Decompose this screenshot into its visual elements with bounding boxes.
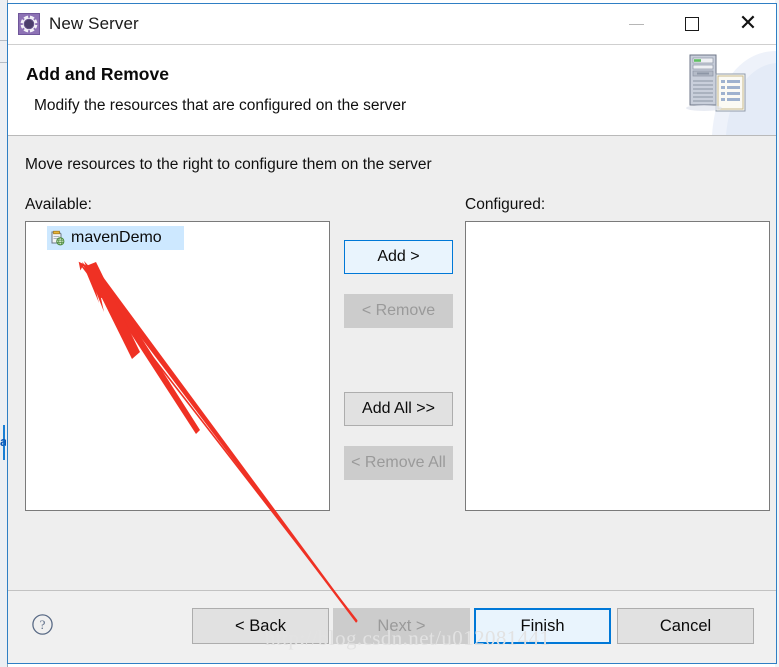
minimize-button[interactable]: [608, 4, 664, 44]
maximize-icon: [685, 17, 699, 31]
maximize-button[interactable]: [664, 4, 720, 44]
dialog-footer: ? < Back Next > Finish Cancel: [8, 590, 776, 663]
window-controls: ✕: [608, 4, 776, 44]
page-title: Add and Remove: [26, 64, 169, 84]
back-button[interactable]: < Back: [192, 608, 329, 644]
new-server-dialog: New Server ✕ Add and Remove Modify the r…: [7, 3, 777, 664]
background-text-fragment: a: [0, 435, 6, 449]
server-document-icon: [672, 45, 776, 135]
wizard-header: Add and Remove Modify the resources that…: [8, 44, 776, 136]
title-bar: New Server ✕: [8, 4, 776, 44]
dialog-body: Move resources to the right to configure…: [8, 136, 776, 590]
svg-text:?: ?: [40, 617, 46, 632]
add-button[interactable]: Add >: [344, 240, 453, 274]
configured-list[interactable]: [465, 221, 770, 511]
add-all-button[interactable]: Add All >>: [344, 392, 453, 426]
remove-button: < Remove: [344, 294, 453, 328]
web-project-icon: [49, 230, 65, 246]
list-item-label: mavenDemo: [71, 229, 162, 246]
configured-label: Configured:: [465, 196, 546, 213]
window-title: New Server: [49, 14, 139, 33]
available-label: Available:: [25, 196, 92, 213]
available-list[interactable]: mavenDemo: [25, 221, 330, 511]
remove-all-button: < Remove All: [344, 446, 453, 480]
page-subtitle: Modify the resources that are configured…: [34, 97, 407, 114]
list-item[interactable]: mavenDemo: [47, 226, 184, 250]
cancel-button[interactable]: Cancel: [617, 608, 754, 644]
background-divider-top: [0, 40, 7, 41]
gear-icon: [18, 13, 40, 35]
background-divider-second: [0, 62, 7, 63]
finish-button[interactable]: Finish: [474, 608, 611, 644]
next-button: Next >: [333, 608, 470, 644]
minimize-icon: [628, 23, 644, 25]
question-mark-icon[interactable]: ?: [31, 613, 54, 636]
close-button[interactable]: ✕: [720, 4, 776, 44]
close-icon: ✕: [738, 11, 758, 36]
instruction-text: Move resources to the right to configure…: [25, 156, 432, 173]
